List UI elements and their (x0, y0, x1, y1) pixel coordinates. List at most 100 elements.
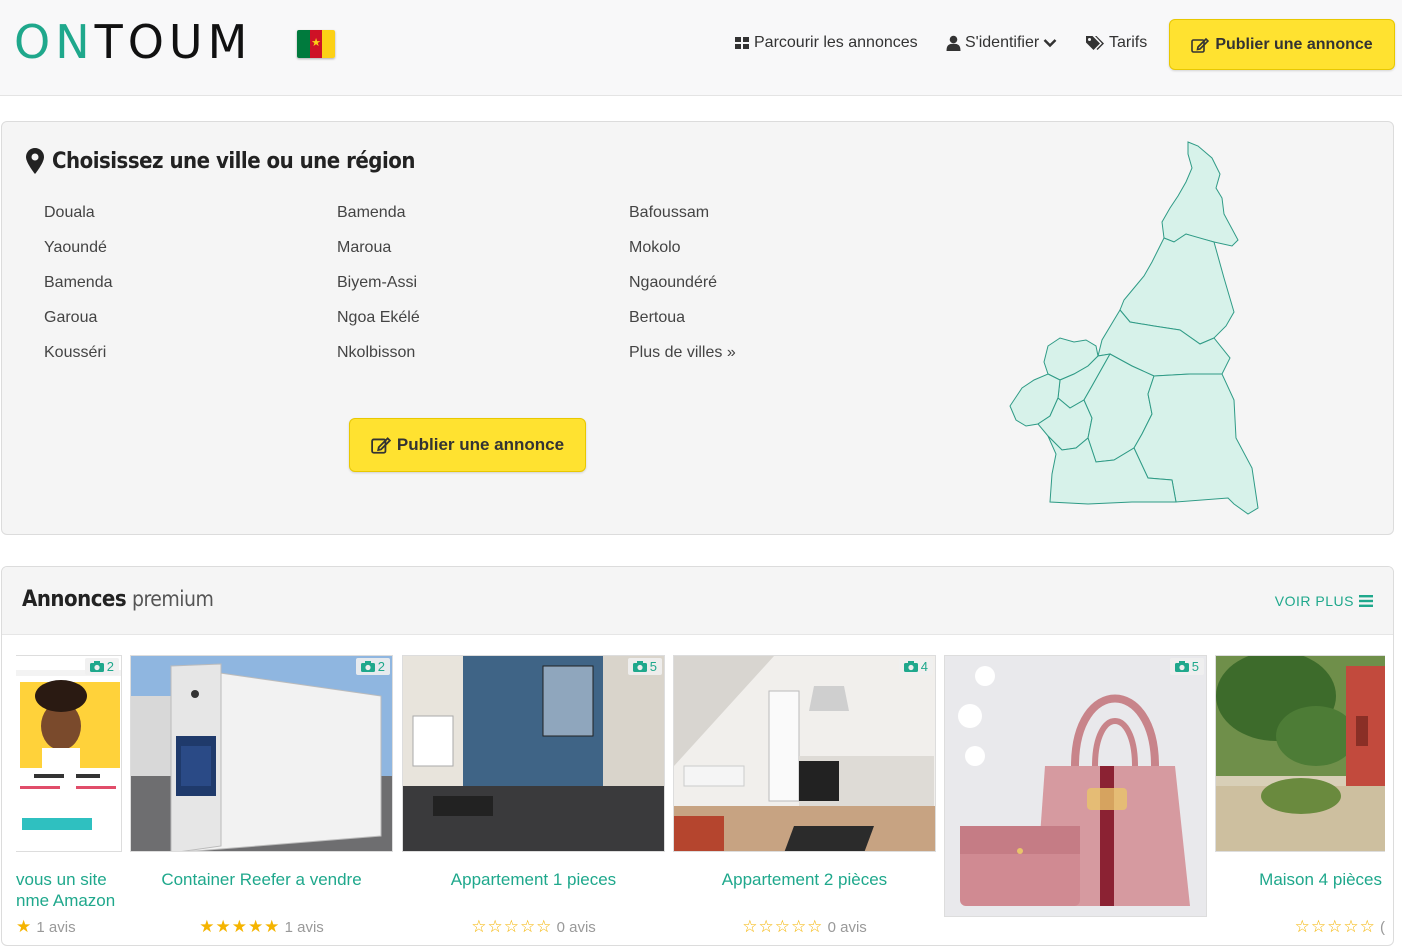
nav-browse-link[interactable]: Parcourir les annonces (734, 34, 918, 52)
listing-rating: ☆☆☆☆☆ 0 avis (673, 917, 936, 937)
camera-icon (89, 661, 104, 672)
premium-panel: Annonces premium VOIR PLUS 2 vous un sit… (1, 566, 1394, 946)
city-link[interactable]: Garoua (44, 309, 113, 344)
region-panel: Choisissez une ville ou une région Doual… (1, 121, 1394, 535)
listing-card[interactable]: 2 Container Reefer a vendre ★★★★★ 1 avis (130, 655, 393, 936)
listing-thumbnail[interactable]: 5 (944, 655, 1207, 917)
logo-on: ON (14, 15, 95, 69)
city-link[interactable]: Douala (44, 204, 113, 239)
camera-icon (903, 661, 918, 672)
review-count: 1 avis (284, 919, 324, 936)
edit-icon (371, 437, 391, 454)
site-logo[interactable]: ONTOUM (14, 14, 252, 70)
edit-icon (1191, 37, 1210, 53)
listing-thumbnail[interactable]: 2 (130, 655, 393, 852)
review-count: 0 avis (556, 919, 596, 936)
cameroon-flag-icon[interactable] (297, 30, 335, 58)
listing-card[interactable]: 4 Appartement 2 pièces ☆☆☆☆☆ 0 avis (673, 655, 936, 936)
listing-thumbnail[interactable] (1215, 655, 1385, 852)
listing-thumbnail[interactable]: 2 (16, 655, 122, 852)
city-link[interactable]: Mokolo (629, 239, 736, 274)
city-link[interactable]: Nkolbisson (337, 344, 420, 379)
listing-title[interactable]: Appartement 1 pieces (402, 869, 665, 890)
publish-ad-button-region[interactable]: Publier une annonce (349, 418, 586, 472)
nav-tarifs-link[interactable]: Tarifs (1085, 34, 1147, 52)
listing-title[interactable]: Container Reefer a vendre (130, 869, 393, 890)
nav-login-label: S'identifier (965, 34, 1040, 51)
photo-count-badge: 5 (1169, 658, 1204, 675)
listing-card[interactable]: 5 Appartement 1 pieces ☆☆☆☆☆ 0 avis (402, 655, 665, 936)
star-rating: ☆☆☆☆☆ (471, 917, 553, 936)
region-title-text: Choisissez une ville ou une région (52, 148, 415, 174)
listing-rating: ☆☆☆☆☆ 0 avis (402, 917, 665, 937)
city-link[interactable]: Bertoua (629, 309, 736, 344)
review-count: 0 avis (827, 919, 867, 936)
premium-header: Annonces premium VOIR PLUS (2, 567, 1393, 635)
photo-count-badge: 5 (627, 658, 662, 675)
listing-title[interactable]: Maison 4 pièces (1215, 869, 1385, 890)
chevron-down-icon (1043, 39, 1057, 48)
apartment-image (674, 656, 935, 851)
camera-icon (1174, 661, 1189, 672)
user-icon (946, 35, 961, 51)
listing-thumbnail[interactable]: 4 (673, 655, 936, 852)
city-link[interactable]: Ngaoundéré (629, 274, 736, 309)
city-link[interactable]: Ngoa Ekélé (337, 309, 420, 344)
nav-tarifs-label: Tarifs (1109, 34, 1148, 51)
nav-browse-label: Parcourir les annonces (754, 34, 918, 51)
city-column-2: Bamenda Maroua Biyem-Assi Ngoa Ekélé Nko… (337, 204, 420, 379)
premium-title-bold: Annonces (22, 587, 127, 612)
tags-icon (1086, 36, 1104, 50)
city-link[interactable]: Maroua (337, 239, 420, 274)
premium-title: Annonces premium (22, 587, 214, 612)
list-icon (1359, 595, 1373, 607)
publish-ad-label: Publier une annonce (396, 435, 565, 454)
star-rating: ★★★★★ (199, 917, 281, 936)
listing-card[interactable]: 2 vous un site nme Amazon ★ 1 avis (16, 655, 122, 936)
site-header: ONTOUM Parcourir les annonces S'identifi… (0, 0, 1402, 96)
photo-count-badge: 2 (355, 658, 390, 675)
city-link[interactable]: Bamenda (44, 274, 113, 309)
star-rating: ☆☆☆☆☆ (742, 917, 824, 936)
voir-plus-label: VOIR PLUS (1274, 593, 1354, 609)
handbag-image (945, 656, 1206, 916)
camera-icon (632, 661, 647, 672)
listing-rating: ★★★★★ 1 avis (130, 917, 393, 937)
camera-icon (360, 661, 375, 672)
region-far-north[interactable] (1161, 141, 1239, 247)
nav-login-dropdown[interactable]: S'identifier (946, 34, 1061, 52)
region-title: Choisissez une ville ou une région (26, 148, 415, 174)
grid-icon (735, 37, 749, 49)
publish-ad-label: Publier une annonce (1215, 35, 1373, 53)
star-rating: ★ (16, 917, 33, 936)
kitchen-image (403, 656, 664, 851)
city-column-1: Douala Yaoundé Bamenda Garoua Kousséri (44, 204, 113, 379)
listing-rating: ★ 1 avis (16, 917, 122, 937)
map-marker-icon (26, 148, 44, 174)
review-count: ( (1380, 919, 1385, 936)
city-link[interactable]: Yaoundé (44, 239, 113, 274)
city-link[interactable]: Biyem-Assi (337, 274, 420, 309)
star-rating: ☆☆☆☆☆ (1294, 917, 1376, 936)
logo-toum: TOUM (94, 15, 253, 69)
cameroon-map[interactable] (1002, 138, 1272, 518)
listing-thumbnail[interactable]: 5 (402, 655, 665, 852)
city-link[interactable]: Bafoussam (629, 204, 736, 239)
listing-card[interactable]: 5 (944, 655, 1207, 917)
city-column-3: Bafoussam Mokolo Ngaoundéré Bertoua Plus… (629, 204, 736, 379)
website-screenshot-image (16, 656, 121, 851)
voir-plus-link[interactable]: VOIR PLUS (1275, 593, 1373, 609)
city-link[interactable]: Kousséri (44, 344, 113, 379)
photo-count-badge: 4 (898, 658, 933, 675)
container-image (131, 656, 392, 851)
house-image (1216, 656, 1385, 851)
listing-title[interactable]: vous un site nme Amazon (16, 869, 122, 911)
premium-title-light: premium (131, 587, 214, 611)
listing-title[interactable]: Appartement 2 pièces (673, 869, 936, 890)
city-link[interactable]: Bamenda (337, 204, 420, 239)
more-cities-link[interactable]: Plus de villes » (629, 344, 736, 379)
listing-rating: ☆☆☆☆☆ ( (1215, 917, 1385, 937)
photo-count-badge: 2 (84, 658, 119, 675)
publish-ad-button[interactable]: Publier une annonce (1169, 19, 1395, 70)
listing-card[interactable]: Maison 4 pièces ☆☆☆☆☆ ( (1215, 655, 1385, 936)
